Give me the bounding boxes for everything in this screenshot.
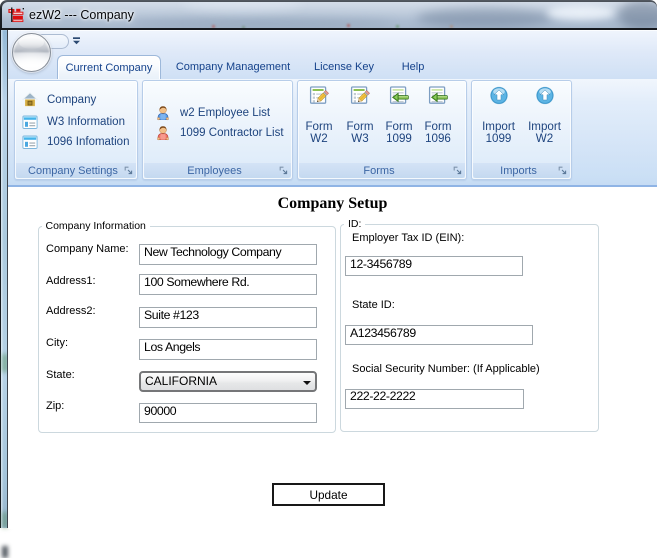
company-button[interactable]: Company — [22, 90, 96, 110]
ribbon-item-label: Form W2 — [305, 120, 333, 145]
form-window-icon — [22, 135, 38, 149]
glass-blur-blob — [132, 18, 392, 28]
city-label: City: — [46, 337, 68, 349]
page-title: Company Setup — [277, 195, 388, 212]
window-title: ezW2 --- Company — [29, 8, 134, 22]
ssn-input[interactable] — [345, 388, 524, 409]
import-icon — [535, 86, 554, 105]
ezw2-app-icon[interactable] — [8, 7, 24, 23]
glass-blur-blob — [417, 8, 552, 28]
glass-blur-blob — [618, 2, 657, 28]
import-icon — [489, 86, 508, 105]
state-select-value: CALIFORNIA — [145, 374, 218, 388]
ribbon-item-label: w2 Employee List — [180, 107, 271, 119]
ribbon-body: Company W3 Information 1096 Infomation C… — [8, 79, 657, 187]
dialog-launcher-icon[interactable] — [453, 166, 463, 176]
form-1099-button[interactable]: Form 1099 — [380, 83, 418, 161]
state-id-input[interactable] — [345, 325, 533, 345]
ribbon: Company W3 Information 1096 Infomation C… — [8, 30, 657, 187]
glass-blur-blob — [547, 5, 615, 20]
person-blue-icon — [157, 106, 169, 121]
1099-contractor-list-button[interactable]: 1099 Contractor List — [155, 123, 284, 143]
glass-speck — [396, 25, 399, 28]
address1-label: Address1: — [46, 275, 96, 287]
zip-label: Zip: — [46, 399, 65, 412]
glass-speck — [347, 24, 350, 27]
ribbon-item-label: Company — [47, 94, 97, 106]
groupbox-legend: Company Information — [41, 220, 150, 233]
company-name-label: Company Name: — [46, 243, 129, 255]
tab-current-company[interactable]: Current Company — [57, 55, 161, 79]
qat-dropdown-icon[interactable] — [72, 37, 81, 45]
w2-employee-list-button[interactable]: w2 Employee List — [155, 103, 270, 123]
home-icon — [22, 92, 38, 108]
application-orb-button[interactable] — [12, 33, 51, 72]
address2-input[interactable] — [139, 307, 317, 328]
tab-company-management[interactable]: Company Management — [170, 55, 296, 79]
update-button[interactable]: Update — [272, 483, 385, 506]
glass-speck — [212, 25, 215, 28]
person-red-icon — [157, 126, 169, 141]
dialog-launcher-icon[interactable] — [279, 166, 289, 176]
ribbon-group-company-settings: Company W3 Information 1096 Infomation C… — [14, 80, 138, 180]
glass-speck — [242, 26, 245, 28]
form-w2-button[interactable]: Form W2 — [300, 83, 338, 161]
groupbox-legend: ID: — [344, 218, 366, 231]
title-bar[interactable]: ezW2 --- Company — [0, 0, 657, 30]
form-edit-icon — [309, 86, 329, 104]
ribbon-item-label: Import W2 — [528, 120, 561, 145]
dialog-launcher-icon[interactable] — [558, 166, 568, 176]
group-caption: Forms — [299, 163, 465, 178]
ein-input[interactable] — [345, 256, 523, 276]
form-w3-button[interactable]: Form W3 — [341, 83, 379, 161]
glass-blur-blob — [2, 546, 8, 558]
form-import-icon — [389, 86, 409, 104]
glass-blur-blob — [182, 2, 302, 10]
tab-help[interactable]: Help — [393, 55, 433, 79]
ribbon-item-label: 1099 Contractor List — [180, 127, 284, 139]
glass-speck — [450, 25, 453, 28]
state-id-label: State ID: — [352, 299, 395, 311]
group-caption: Imports — [473, 163, 570, 178]
combo-dropdown-arrow-icon — [303, 380, 311, 385]
address2-label: Address2: — [46, 305, 96, 317]
ribbon-item-label: Form 1096 — [424, 120, 452, 145]
city-input[interactable] — [139, 339, 317, 360]
ribbon-item-label: W3 Information — [47, 116, 125, 128]
ribbon-group-employees: w2 Employee List 1099 Contractor List Em… — [142, 80, 293, 180]
form-window-icon — [22, 115, 38, 129]
dialog-launcher-icon[interactable] — [124, 166, 134, 176]
ein-label: Employer Tax ID (EIN): — [352, 232, 465, 244]
ribbon-group-forms: Form W2 Form W3 Form 1099 Form 1096 Form… — [297, 80, 467, 180]
import-1099-button[interactable]: Import 1099 — [480, 83, 518, 161]
form-1096-button[interactable]: Form 1096 — [419, 83, 457, 161]
zip-input[interactable] — [139, 403, 317, 423]
ribbon-item-label: Import 1099 — [482, 120, 515, 145]
1096-information-button[interactable]: 1096 Infomation — [22, 132, 129, 152]
group-caption: Company Settings — [16, 163, 136, 178]
state-label: State: — [46, 368, 75, 381]
ribbon-item-label: 1096 Infomation — [47, 136, 130, 148]
w3-information-button[interactable]: W3 Information — [22, 112, 125, 132]
address1-input[interactable] — [139, 274, 317, 295]
tab-license-key[interactable]: License Key — [306, 55, 382, 79]
company-information-groupbox: Company Information Company Name: Addres… — [38, 220, 336, 433]
group-caption: Employees — [144, 163, 291, 178]
ssn-label: Social Security Number: (If Applicable) — [352, 362, 540, 375]
company-name-input[interactable] — [139, 244, 317, 265]
ribbon-group-imports: Import 1099 Import W2 Imports — [471, 80, 572, 180]
import-w2-button[interactable]: Import W2 — [526, 83, 564, 161]
id-groupbox: ID: Employer Tax ID (EIN): State ID: Soc… — [340, 218, 599, 432]
state-select[interactable]: CALIFORNIA — [139, 371, 317, 392]
form-edit-icon — [350, 86, 370, 104]
form-import-icon — [428, 86, 448, 104]
